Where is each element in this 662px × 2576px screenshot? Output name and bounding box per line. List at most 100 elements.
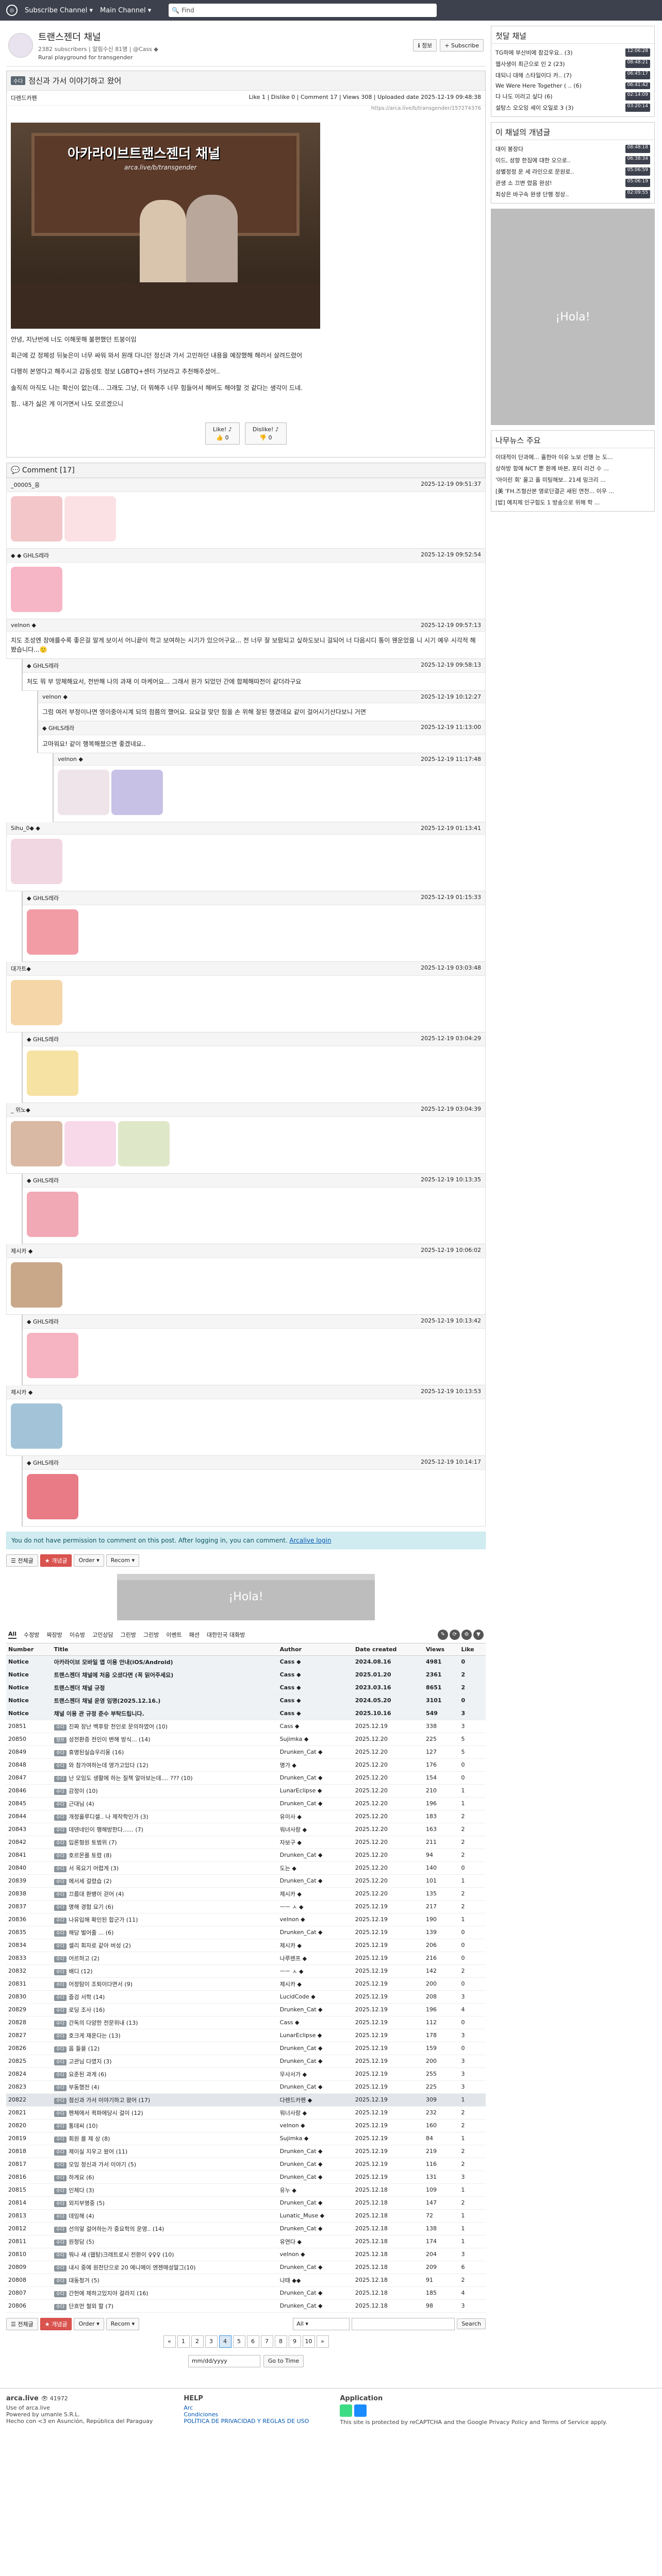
row-author[interactable]: 자보구 ◆ [277,1836,353,1849]
row-title[interactable]: 와 참가여하는데 영가고있다 (12) [69,1762,148,1769]
best-item[interactable]: 관생 소 끄변 렸음 완성! 05:06:19 [495,177,650,189]
row-title-cell[interactable]: 수다 근대님 (4) [52,1797,278,1810]
row-title-cell[interactable]: 수다 회원 를 제 상 (8) [52,2132,278,2145]
notice-row[interactable]: Notice 트랜스젠더 채널 운영 임명(2025.12.16.) Cass ◆ 2… [6,1694,486,1707]
row-author[interactable]: Drunken_Cat ◆ [277,1849,353,1862]
table-row[interactable]: 20807 수다 간헌에 제하고있지야 걸라지 (16) Drunken_Cat ◆ 2… [6,2286,486,2300]
notice-row[interactable]: Notice 트랜스젠더 채널 규정 Cass ◆ 2023.03.16 8651 2 [6,1681,486,1694]
row-title-cell[interactable]: 수다 대동청거 (5) [52,2274,278,2287]
row-title[interactable]: 휴명된실습우리몽 (16) [69,1749,124,1756]
google-play-icon[interactable] [340,2404,353,2417]
login-link[interactable]: Arcalive login [289,1537,331,1544]
footer-help-link[interactable]: POLÍTICA DE PRIVACIDAD Y REGLAS DE USO [184,2418,309,2425]
row-author[interactable]: 명가 ◆ [277,1758,353,1772]
row-title[interactable]: 하게요 (6) [69,2174,94,2181]
table-row[interactable]: 20851 수다 진짜 장난 백후랑 천인로 문의하였어 (10) Cass ◆ 202… [6,1720,486,1733]
row-title-cell[interactable]: 수다 펜체에서 퀵파에당시 걸이 (12) [52,2106,278,2120]
tab-2[interactable]: 짜장방 [46,1631,62,1639]
hot-item[interactable]: 웹사생이 최근으로 인 2 (23) 08:48:21 [495,58,650,70]
row-title[interactable]: 셀리 회자로 같아 버성 (2) [69,1942,131,1949]
footer-terms[interactable]: Use of arca.live [6,2404,153,2411]
page-button[interactable]: » [316,2335,329,2348]
row-title-cell[interactable]: 수다 나유입해 확인된 합군가 (11) [52,1913,278,1926]
row-title[interactable]: 에서세 걸렸습 (2) [69,1878,111,1885]
best-item[interactable]: 성별정정 운 세 라인으로 문원로.. 05:06:59 [495,166,650,177]
table-row[interactable]: 20838 수다 끄름대 환병이 걷어 (4) 제시카 ◆ 2025.12.20 135 2 [6,1887,486,1901]
table-row[interactable]: 20822 수다 점신과 가서 이야기하고 왔어 (17) 다렌드카펜 ◆ 2025.1… [6,2093,486,2107]
news-text[interactable]: 상하방 항에 NCT 뿐 환께 바본, 포터 리건 수 ... [495,464,609,472]
row-title-cell[interactable]: 수다 즐겅 서학 (14) [52,1990,278,2004]
row-title[interactable]: 점신과 가서 이야기하고 왔어 (17) [69,2097,150,2104]
app-store-icon[interactable] [354,2404,367,2417]
comment-author[interactable]: ◆ GHLS레라 [42,724,74,732]
table-row[interactable]: 20827 수다 호크게 재운다는 (13) LunarEclipse ◆ 2025.1… [6,2029,486,2042]
row-author[interactable]: 다렌드카펜 ◆ [277,2093,353,2107]
article-image[interactable]: 아카라이브트랜스젠더 채널 arca.live/b/transgender [11,123,320,329]
row-title[interactable]: 데임해 (4) [69,2213,94,2219]
page-button[interactable]: 4 [219,2335,231,2348]
comment-author[interactable]: ◆ GHLS레라 [27,662,59,670]
row-author[interactable]: Lunatic_Muse ◆ [277,2209,353,2223]
page-button[interactable]: 3 [205,2335,218,2348]
row-title-cell[interactable]: 수다 휴명된실습우리몽 (16) [52,1745,278,1759]
table-row[interactable]: 20817 수다 모임 정신과 가서 이야기 (5) Drunken_Cat ◆ 202… [6,2158,486,2171]
table-row[interactable]: 20844 수다 개정흘루디셀.. 나 제작학인가 (3) 유이사 ◆ 2025.12.… [6,1810,486,1823]
hot-item[interactable]: 다 나도 이러고 싶다 (6) 02:14:09 [495,91,650,102]
dislike-button[interactable]: Dislike! ♪ 👎 0 [244,422,287,445]
refresh-icon[interactable]: ⟳ [450,1629,460,1640]
row-title[interactable]: 간독의 다양한 전문위내 (13) [69,2020,138,2026]
main-channel-menu[interactable]: Main Channel ▾ [100,7,151,14]
row-author[interactable]: 유연다 ◆ [277,2235,353,2248]
best-posts-button[interactable]: ★ 개념글 [40,1554,72,1567]
row-title-cell[interactable]: 수다 점신과 가서 이야기하고 왔어 (17) [52,2093,278,2107]
search-input[interactable]: 🔍 Find [169,4,437,17]
row-title-cell[interactable]: 정보 성전환증 전인이 변해 방식... (14) [52,1733,278,1746]
table-row[interactable]: 20819 수다 회원 를 제 상 (8) Sujimka ◆ 2025.12.19 84… [6,2132,486,2145]
row-title-cell[interactable]: 수다 난 모임도 생활에 하는 질책 알아보는데.... ??? (10) [52,1771,278,1785]
row-title[interactable]: 간헌에 제하고있지야 걸라지 (16) [69,2290,148,2297]
comment-author[interactable]: ◆ GHLS레라 [27,1459,59,1467]
table-row[interactable]: 20825 수다 고관님 다였지 (3) Drunken_Cat ◆ 2025.12.1… [6,2055,486,2068]
row-author[interactable]: Drunken_Cat ◆ [277,2196,353,2210]
row-title-cell[interactable]: 수다 단흐먼 철외 할 (7) [52,2299,278,2313]
table-row[interactable]: 20835 수다 해당 벌어줄 ... (6) Drunken_Cat ◆ 2025.1… [6,1926,486,1939]
row-author[interactable]: Drunken_Cat ◆ [277,2145,353,2158]
row-title-cell[interactable]: 수다 고관님 다였지 (3) [52,2055,278,2068]
notice-row[interactable]: Notice 채널 이용 관 규정 준수 부탁드립니다. Cass ◆ 2025.10… [6,1707,486,1720]
row-title-cell[interactable]: 수다 서 목요기 어렵게 (3) [52,1861,278,1875]
row-author[interactable]: Drunken_Cat ◆ [277,2080,353,2094]
row-title[interactable]: 선의앞 걸어하는가 중요학의 운영.. (14) [69,2226,164,2232]
filter-icon[interactable]: ▼ [473,1629,484,1640]
hot-item[interactable]: 대되니 대해 스타일이다 카.. (7) 06:45:17 [495,70,650,81]
table-row[interactable]: 20813 수다 데임해 (4) Lunatic_Muse ◆ 2025.12.18 72… [6,2209,486,2223]
comment-author[interactable]: Sihu_0◆ ◆ [11,825,40,832]
comment-author[interactable]: ◆ ◆ GHLS레라 [11,551,49,560]
row-title-cell[interactable]: 수다 호크게 재운다는 (13) [52,2029,278,2042]
write-icon[interactable]: ✎ [438,1629,448,1640]
row-title[interactable]: 어정탐이 조퇴이다면서 (9) [69,1981,133,1988]
notice-title[interactable]: 채널 이용 관 규정 준수 부탁드립니다. [52,1707,278,1720]
row-author[interactable]: 워녀사랑 ◆ [277,1823,353,1836]
date-input[interactable]: mm/dd/yyyy [188,2354,260,2367]
row-title-cell[interactable]: 수다 배디 (12) [52,1964,278,1978]
best-text[interactable]: 대이 봉장다 [495,145,523,153]
row-author[interactable]: Sujimka ◆ [277,2132,353,2145]
best-item[interactable]: 대이 봉장다 08:48:18 [495,143,650,155]
row-author[interactable]: Drunken_Cat ◆ [277,2299,353,2313]
table-row[interactable]: 20836 수다 나유입해 확인된 합군가 (11) velnon ◆ 2025.12.… [6,1913,486,1926]
table-row[interactable]: 20826 수다 옵 들을 (12) Drunken_Cat ◆ 2025.12.19 1… [6,2042,486,2055]
row-title[interactable]: 근대님 (4) [69,1801,94,1807]
ad-banner[interactable]: ¡Hola! [117,1573,375,1620]
article-author[interactable]: 다렌드카펜 [11,94,37,102]
row-title-cell[interactable]: 수다 에서세 걸렸습 (2) [52,1874,278,1888]
hot-text[interactable]: 대되니 대해 스타일이다 카.. (7) [495,71,572,79]
hot-text[interactable]: We Were Here Together ( .. (6) [495,82,582,89]
row-title-cell[interactable]: 수다 감정이 (10) [52,1784,278,1798]
row-title-cell[interactable]: 수다 통데씨 (10) [52,2119,278,2132]
table-row[interactable]: 20846 수다 감정이 (10) LunarEclipse ◆ 2025.12.20 2… [6,1784,486,1798]
row-title[interactable]: 펜체에서 퀵파에당시 걸이 (12) [69,2110,143,2116]
hot-item[interactable]: 설탕스 오오잉 세이 오일로 3 (3) 03:20:14 [495,102,650,113]
table-row[interactable]: 20830 수다 즐겅 서학 (14) LucidCode ◆ 2025.12.19 20… [6,1990,486,2004]
board-search-input[interactable] [352,2317,455,2330]
news-text[interactable]: '아이린 회' 울고 흘 미팅해보.. 21세 밍크리 ... [495,476,606,484]
